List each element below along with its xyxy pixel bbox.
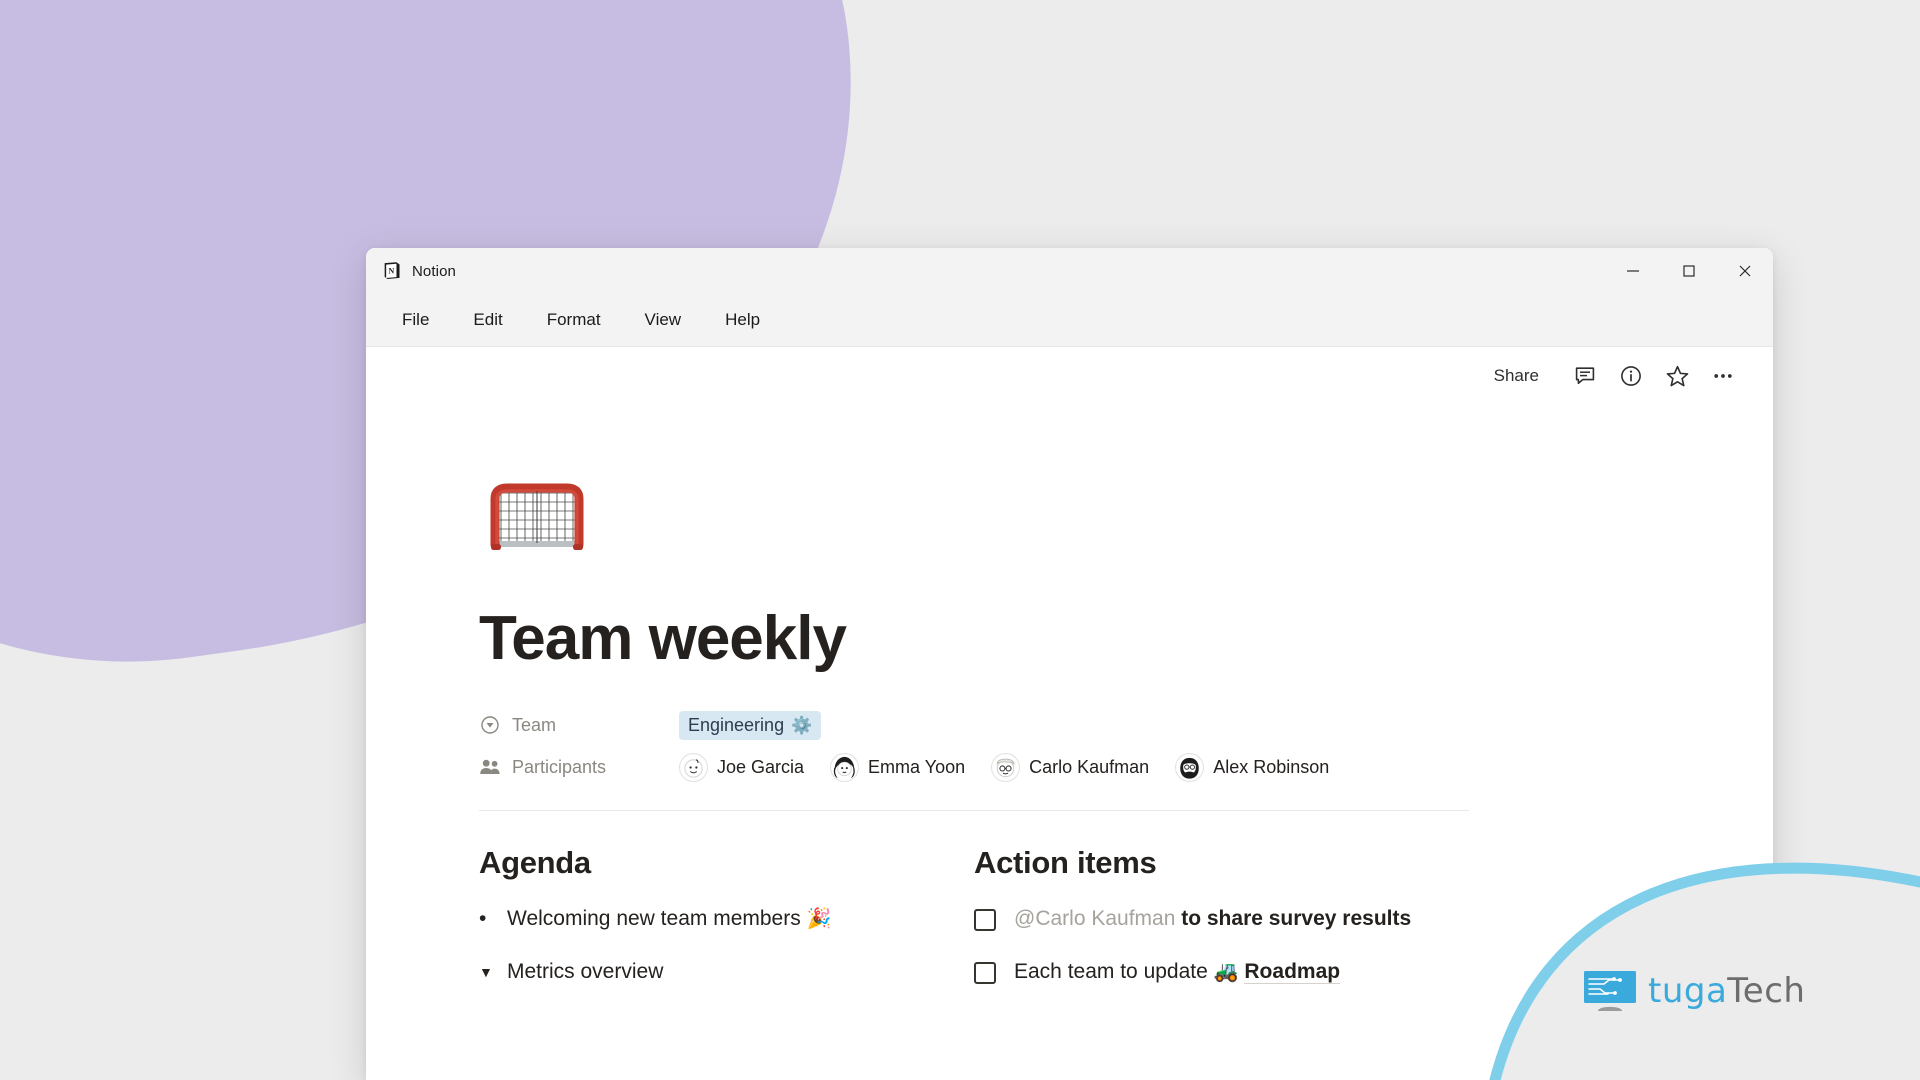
- comment-icon: [1575, 367, 1595, 384]
- property-label-text: Team: [512, 714, 557, 735]
- menu-item-edit[interactable]: Edit: [459, 304, 516, 336]
- section-heading-agenda[interactable]: Agenda: [479, 845, 974, 881]
- tractor-emoji: 🚜: [1213, 960, 1239, 983]
- avatar: [1175, 752, 1205, 782]
- people-property-icon: [479, 756, 501, 778]
- maximize-button[interactable]: [1661, 248, 1717, 294]
- property-label-team[interactable]: Team: [479, 714, 679, 736]
- participant-emma-yoon[interactable]: Emma Yoon: [830, 752, 966, 782]
- avatar: [679, 752, 708, 782]
- comment-button[interactable]: [1565, 356, 1605, 396]
- block-text-value: Each team to update: [1014, 959, 1214, 983]
- participant-joe-garcia[interactable]: Joe Garcia: [679, 752, 805, 782]
- page-content: Team weekly Team Engineering ⚙️ Particip…: [366, 405, 1773, 1008]
- block-text: Each team to update 🚜 Roadmap: [1014, 956, 1341, 989]
- minimize-icon: [1627, 270, 1639, 272]
- page-properties: Team Engineering ⚙️ Participants Joe Gar…: [479, 704, 1773, 788]
- participant-alex-robinson[interactable]: Alex Robinson: [1175, 752, 1330, 782]
- screen: N Notion File Edit Format View Help Shar…: [0, 0, 1920, 1080]
- close-button[interactable]: [1717, 248, 1773, 294]
- property-value-participants: Joe Garcia Emma Yoon Carlo Kaufman Alex …: [679, 752, 1355, 782]
- maximize-icon: [1683, 265, 1695, 277]
- property-value-team: Engineering ⚙️: [679, 710, 822, 740]
- info-icon: [1621, 366, 1641, 386]
- todo-list-item[interactable]: Each team to update 🚜 Roadmap: [974, 956, 1469, 989]
- participant-name: Emma Yoon: [868, 756, 966, 777]
- toggle-triangle-icon[interactable]: ▼: [479, 956, 507, 988]
- block-text-value: to share survey results: [1175, 907, 1412, 930]
- app-title: Notion: [412, 262, 456, 280]
- document-toolbar: Share: [366, 347, 1773, 405]
- agenda-blocks: • Welcoming new team members 🎉 ▼ Metrics…: [479, 903, 974, 988]
- todo-list-item[interactable]: @Carlo Kaufman to share survey results: [974, 903, 1469, 936]
- participant-name: Carlo Kaufman: [1029, 756, 1150, 777]
- block-text: Welcoming new team members 🎉: [507, 903, 831, 936]
- participant-name: Alex Robinson: [1213, 756, 1330, 777]
- more-options-button[interactable]: [1703, 356, 1743, 396]
- content-columns: Agenda • Welcoming new team members 🎉 ▼ …: [479, 845, 1773, 1008]
- block-text: @Carlo Kaufman to share survey results: [1014, 903, 1411, 936]
- hockey-goal-emoji[interactable]: [479, 475, 599, 567]
- property-row-team: Team Engineering ⚙️: [479, 704, 1773, 746]
- action-items-blocks: @Carlo Kaufman to share survey results E…: [974, 903, 1469, 988]
- menu-bar: File Edit Format View Help: [366, 294, 1773, 347]
- mention-carlo-kaufman[interactable]: @Carlo Kaufman: [1014, 907, 1175, 930]
- menu-item-file[interactable]: File: [388, 304, 443, 336]
- favorite-button[interactable]: [1657, 356, 1697, 396]
- party-popper-emoji: 🎉: [806, 908, 832, 930]
- svg-text:N: N: [388, 267, 394, 276]
- property-label-text: Participants: [512, 756, 607, 777]
- select-property-icon: [479, 714, 501, 736]
- block-text: Metrics overview: [507, 959, 664, 983]
- menu-item-view[interactable]: View: [631, 304, 696, 336]
- column-action-items: Action items @Carlo Kaufman to share sur…: [974, 845, 1469, 1008]
- property-label-participants[interactable]: Participants: [479, 756, 679, 778]
- title-bar: N Notion: [366, 248, 1773, 294]
- block-text-value: Welcoming new team members: [507, 907, 801, 930]
- content-divider: [479, 810, 1469, 811]
- minimize-button[interactable]: [1605, 248, 1661, 294]
- menu-item-help[interactable]: Help: [711, 304, 774, 336]
- menu-item-format[interactable]: Format: [533, 304, 615, 336]
- close-icon: [1739, 265, 1751, 277]
- toggle-list-item[interactable]: ▼ Metrics overview: [479, 956, 974, 989]
- tag-engineering[interactable]: Engineering ⚙️: [679, 710, 822, 740]
- section-heading-action-items[interactable]: Action items: [974, 845, 1469, 881]
- checkbox-unchecked[interactable]: [974, 909, 996, 931]
- participant-carlo-kaufman[interactable]: Carlo Kaufman: [991, 752, 1150, 782]
- page-title[interactable]: Team weekly: [479, 603, 1773, 674]
- avatar: [991, 752, 1021, 782]
- share-button[interactable]: Share: [1484, 360, 1549, 392]
- column-agenda: Agenda • Welcoming new team members 🎉 ▼ …: [479, 845, 974, 1008]
- bulleted-list-item[interactable]: • Welcoming new team members 🎉: [479, 903, 974, 936]
- gear-emoji: ⚙️: [791, 715, 813, 735]
- page-link-roadmap[interactable]: Roadmap: [1244, 959, 1341, 984]
- tag-label: Engineering: [688, 714, 785, 735]
- bullet-marker: •: [479, 907, 487, 930]
- participant-name: Joe Garcia: [717, 756, 805, 777]
- info-button[interactable]: [1611, 356, 1651, 396]
- notion-logo-icon: N: [382, 261, 402, 281]
- notion-window: N Notion File Edit Format View Help Shar…: [366, 248, 1773, 1080]
- window-controls: [1605, 248, 1773, 294]
- property-row-participants: Participants Joe Garcia Emma Yoon Carlo …: [479, 746, 1773, 788]
- more-options-icon: [1714, 374, 1732, 378]
- avatar: [830, 752, 860, 782]
- star-icon: [1666, 365, 1688, 386]
- checkbox-unchecked[interactable]: [974, 961, 996, 984]
